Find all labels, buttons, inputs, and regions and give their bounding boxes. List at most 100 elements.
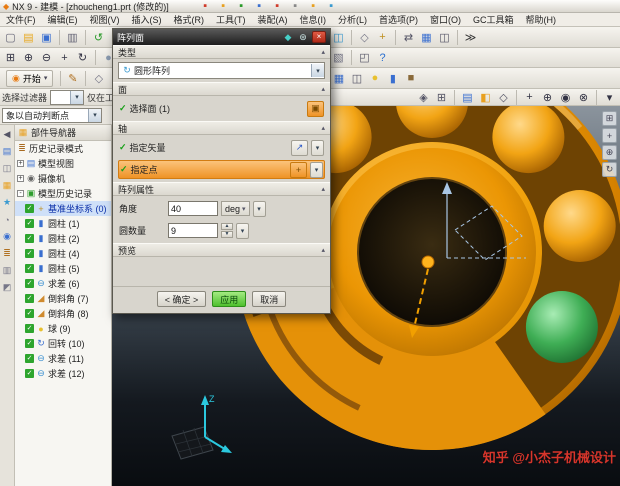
preview-section-header[interactable]: 预览 ▴	[113, 243, 330, 257]
pattern-feature-icon[interactable]: ▦	[330, 70, 347, 86]
menu-item[interactable]: 插入(S)	[126, 13, 168, 26]
datum-csys-icon[interactable]: +	[374, 29, 391, 45]
part-navigator-icon[interactable]: ▦	[1, 179, 14, 192]
angle-options-button[interactable]: ▾	[253, 201, 266, 217]
sketch-icon[interactable]: ✎	[64, 70, 81, 86]
highlight-icon[interactable]: ◈	[415, 89, 432, 105]
dialog-clip-icon[interactable]: ◆	[282, 32, 294, 43]
collapse-panel-icon[interactable]: ◀	[1, 128, 14, 141]
web-browser-icon[interactable]: ◉	[1, 230, 14, 243]
save-icon[interactable]: ▣	[38, 29, 55, 45]
grid-icon[interactable]: ▧	[330, 50, 347, 66]
print-icon[interactable]: ▥	[64, 29, 81, 45]
open-icon[interactable]: ▤	[20, 29, 37, 45]
system-materials-icon[interactable]: ▥	[1, 264, 14, 277]
hd3d-tools-icon[interactable]: ◔	[1, 213, 14, 226]
navigator-item[interactable]: ✓⊖求差 (12)	[15, 366, 111, 381]
snap-mid-icon[interactable]: ⊕	[539, 89, 556, 105]
window-icon[interactable]: ◰	[356, 50, 373, 66]
zoom-in-icon[interactable]: ⊕	[20, 50, 37, 66]
navigator-item[interactable]: ≣历史记录模式	[15, 141, 111, 156]
mirror-face-icon[interactable]: ◫	[436, 29, 453, 45]
quick-8-icon[interactable]: ▪	[323, 0, 340, 14]
menu-item[interactable]: GC工具箱	[467, 13, 520, 26]
mirror-feature-icon[interactable]: ◫	[348, 70, 365, 86]
feature-checkbox[interactable]: ✓	[25, 369, 34, 378]
select-face-row[interactable]: ✓ 选择面 (1) ▣	[118, 99, 325, 118]
menu-item[interactable]: 文件(F)	[0, 13, 42, 26]
quick-4-icon[interactable]: ▪	[251, 0, 268, 14]
selection-filter-dropdown[interactable]: ▾	[50, 90, 84, 105]
quick-7-icon[interactable]: ▪	[305, 0, 322, 14]
pan-icon[interactable]: +	[56, 50, 73, 66]
close-icon[interactable]: ×	[312, 31, 326, 43]
selected-ball-face[interactable]	[526, 291, 598, 363]
face-rule-icon[interactable]: ◧	[477, 89, 494, 105]
top-selection-icon[interactable]: ▤	[459, 89, 476, 105]
roles-icon[interactable]: ◩	[1, 281, 14, 294]
quick-2-icon[interactable]: ▪	[215, 0, 232, 14]
feature-checkbox[interactable]: ✓	[25, 309, 34, 318]
angle-input[interactable]	[168, 201, 218, 216]
navigator-item[interactable]: ✓⊖求差 (11)	[15, 351, 111, 366]
datum-plane-icon[interactable]: ◇	[90, 70, 107, 86]
part-navigator-header[interactable]: ▦ 部件导航器	[15, 125, 111, 141]
navigator-item[interactable]: ✓↻回转 (10)	[15, 336, 111, 351]
quick-5-icon[interactable]: ▪	[269, 0, 286, 14]
select-all-icon[interactable]: ⊞	[433, 89, 450, 105]
gear-icon[interactable]: ⊛	[297, 32, 309, 43]
specify-point-row[interactable]: ✓ 指定点 + ▾	[118, 160, 325, 179]
point-options-button[interactable]: ▾	[310, 162, 323, 178]
navigator-item[interactable]: ✓◢倒斜角 (7)	[15, 291, 111, 306]
navigator-item[interactable]: ✓▮圆柱 (2)	[15, 231, 111, 246]
datum-plane-icon[interactable]: ◇	[356, 29, 373, 45]
feature-checkbox[interactable]: ✓	[25, 249, 34, 258]
undo-icon[interactable]: ↺	[90, 29, 107, 45]
menu-item[interactable]: 工具(T)	[210, 13, 252, 26]
count-options-button[interactable]: ▾	[236, 223, 249, 239]
menu-item[interactable]: 视图(V)	[84, 13, 126, 26]
ok-button[interactable]: < 确定 >	[157, 291, 207, 307]
assembly-navigator-icon[interactable]: ▤	[1, 145, 14, 158]
feature-checkbox[interactable]: ✓	[25, 279, 34, 288]
navigator-item[interactable]: ✓●球 (9)	[15, 321, 111, 336]
menu-item[interactable]: 分析(L)	[332, 13, 373, 26]
feature-checkbox[interactable]: ✓	[25, 354, 34, 363]
face-section-header[interactable]: 面 ▴	[113, 82, 330, 96]
cylinder-icon[interactable]: ▮	[384, 70, 401, 86]
feature-checkbox[interactable]: ✓	[25, 234, 34, 243]
feature-checkbox[interactable]: ✓	[25, 219, 34, 228]
constraint-navigator-icon[interactable]: ◫	[1, 162, 14, 175]
bearing-bore[interactable]	[358, 178, 506, 326]
more-options-icon[interactable]: ▾	[601, 89, 618, 105]
orbit-view-icon[interactable]: ↻	[602, 162, 617, 177]
spinner-down-icon[interactable]: ▼	[221, 231, 233, 238]
navigator-item[interactable]: ✓▮圆柱 (5)	[15, 261, 111, 276]
feature-checkbox[interactable]: ✓	[25, 204, 34, 213]
navigator-item[interactable]: +◉摄像机	[15, 171, 111, 186]
help-icon[interactable]: ?	[374, 50, 391, 66]
spinner-up-icon[interactable]: ▲	[221, 223, 233, 230]
menu-item[interactable]: 首选项(P)	[373, 13, 424, 26]
navigator-item[interactable]: ✓⊖求差 (6)	[15, 276, 111, 291]
snap-center-icon[interactable]: ◉	[557, 89, 574, 105]
menu-item[interactable]: 装配(A)	[252, 13, 294, 26]
angle-unit-dropdown[interactable]: deg ▾	[221, 201, 250, 216]
menu-item[interactable]: 信息(I)	[294, 13, 333, 26]
navigator-item[interactable]: -▣模型历史记录	[15, 186, 111, 201]
snap-end-icon[interactable]: +	[521, 89, 538, 105]
pattern-point[interactable]	[422, 256, 434, 268]
cancel-button[interactable]: 取消	[252, 291, 286, 307]
dialog-titlebar[interactable]: 阵列面 ◆ ⊛ ×	[113, 29, 330, 45]
navigator-item[interactable]: ✓+基准坐标系 (0)	[15, 201, 111, 216]
point-dialog-button[interactable]: +	[290, 162, 307, 178]
snap-point-dropdown[interactable]: 象以自动判断点 ▾	[2, 108, 102, 123]
feature-checkbox[interactable]: ✓	[25, 264, 34, 273]
pattern-type-dropdown[interactable]: ↻ 圆形阵列 ▾	[118, 62, 325, 79]
vector-dialog-button[interactable]: ↗	[291, 140, 308, 156]
move-face-icon[interactable]: ⇄	[400, 29, 417, 45]
zoom-view-icon[interactable]: ⊕	[602, 145, 617, 160]
menu-item[interactable]: 编辑(E)	[42, 13, 84, 26]
navigator-item[interactable]: +▤模型视图	[15, 156, 111, 171]
feature-checkbox[interactable]: ✓	[25, 339, 34, 348]
